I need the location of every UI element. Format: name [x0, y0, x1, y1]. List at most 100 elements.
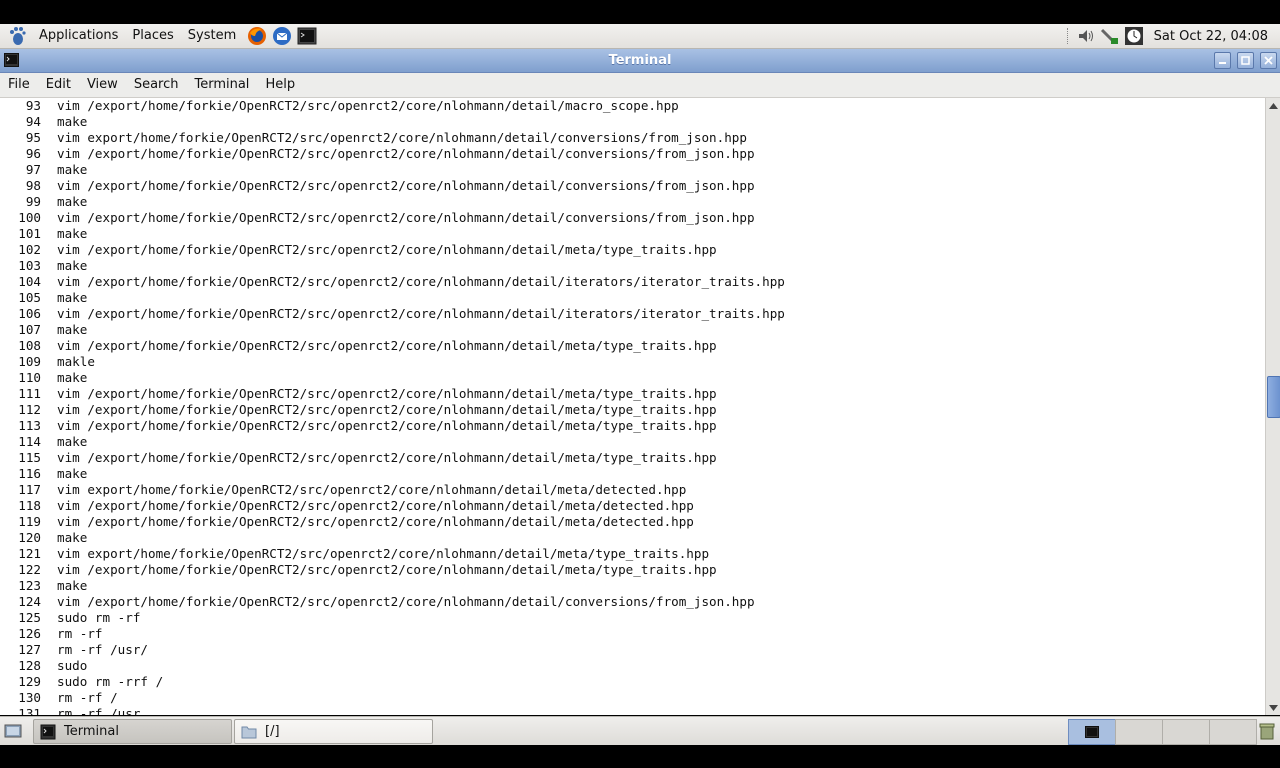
line-number: 121	[18, 546, 41, 561]
gnome-foot-icon[interactable]	[8, 26, 26, 46]
history-line: 109 makle	[0, 354, 1265, 370]
command-text: rm -rf /	[57, 690, 118, 705]
history-line: 105 make	[0, 290, 1265, 306]
line-number: 112	[18, 402, 41, 417]
close-button[interactable]	[1260, 52, 1277, 69]
arrow-up-icon	[1269, 102, 1278, 109]
history-line: 119 vim /export/home/forkie/OpenRCT2/src/…	[0, 514, 1265, 530]
command-text: vim /export/home/forkie/OpenRCT2/src/ope…	[57, 306, 785, 321]
command-text: vim export/home/forkie/OpenRCT2/src/open…	[57, 130, 747, 145]
command-text: vim /export/home/forkie/OpenRCT2/src/ope…	[57, 178, 755, 193]
command-text: make	[57, 258, 88, 273]
task-terminal[interactable]: Terminal	[33, 719, 232, 744]
command-text: vim /export/home/forkie/OpenRCT2/src/ope…	[57, 498, 694, 513]
clock-label[interactable]: Sat Oct 22, 04:08	[1146, 29, 1280, 44]
window-titlebar[interactable]: Terminal	[0, 49, 1280, 73]
command-text: make	[57, 290, 88, 305]
volume-icon[interactable]	[1076, 26, 1096, 46]
history-line: 126 rm -rf	[0, 626, 1265, 642]
terminal-icon	[40, 724, 56, 739]
command-text: vim /export/home/forkie/OpenRCT2/src/ope…	[57, 98, 679, 113]
history-line: 101 make	[0, 226, 1265, 242]
menu-file[interactable]: File	[0, 73, 38, 97]
history-line: 118 vim /export/home/forkie/OpenRCT2/src/…	[0, 498, 1265, 514]
bottom-panel: Terminal [/]	[0, 716, 1280, 745]
trash-icon[interactable]	[1257, 721, 1277, 741]
history-line: 104 vim /export/home/forkie/OpenRCT2/src/…	[0, 274, 1265, 290]
command-text: vim /export/home/forkie/OpenRCT2/src/ope…	[57, 450, 717, 465]
menu-edit[interactable]: Edit	[38, 73, 79, 97]
line-number: 96	[25, 146, 41, 161]
history-line: 116 make	[0, 466, 1265, 482]
close-icon	[1264, 56, 1273, 65]
line-number: 105	[18, 290, 41, 305]
system-menu[interactable]: System	[181, 24, 243, 48]
minimize-button[interactable]	[1214, 52, 1231, 69]
workspace-2[interactable]	[1115, 719, 1163, 745]
command-text: vim /export/home/forkie/OpenRCT2/src/ope…	[57, 274, 785, 289]
line-number: 109	[18, 354, 41, 369]
show-desktop-icon[interactable]	[4, 722, 22, 740]
line-number: 106	[18, 306, 41, 321]
terminal-output[interactable]: 93 vim /export/home/forkie/OpenRCT2/src/o…	[0, 98, 1265, 715]
history-line: 102 vim /export/home/forkie/OpenRCT2/src/…	[0, 242, 1265, 258]
history-line: 99 make	[0, 194, 1265, 210]
command-text: vim /export/home/forkie/OpenRCT2/src/ope…	[57, 338, 717, 353]
line-number: 95	[25, 130, 41, 145]
command-text: vim /export/home/forkie/OpenRCT2/src/ope…	[57, 402, 717, 417]
line-number: 119	[18, 514, 41, 529]
line-number: 103	[18, 258, 41, 273]
command-text: sudo rm -rrf /	[57, 674, 164, 689]
scroll-up-button[interactable]	[1266, 98, 1280, 113]
command-text: vim /export/home/forkie/OpenRCT2/src/ope…	[57, 210, 755, 225]
history-line: 106 vim /export/home/forkie/OpenRCT2/src/…	[0, 306, 1265, 322]
minimize-icon	[1219, 62, 1226, 64]
line-number: 116	[18, 466, 41, 481]
menu-view[interactable]: View	[79, 73, 126, 97]
history-list: 93 vim /export/home/forkie/OpenRCT2/src/o…	[0, 98, 1265, 715]
history-line: 100 vim /export/home/forkie/OpenRCT2/src/…	[0, 210, 1265, 226]
command-text: make	[57, 322, 88, 337]
line-number: 94	[25, 114, 41, 129]
thunderbird-icon[interactable]	[271, 25, 293, 47]
command-text: vim /export/home/forkie/OpenRCT2/src/ope…	[57, 418, 717, 433]
terminal-menubar: File Edit View Search Terminal Help	[0, 73, 1280, 98]
line-number: 107	[18, 322, 41, 337]
history-line: 128 sudo	[0, 658, 1265, 674]
vertical-scrollbar[interactable]	[1265, 98, 1280, 715]
task-folder[interactable]: [/]	[234, 719, 433, 744]
line-number: 127	[18, 642, 41, 657]
menu-search[interactable]: Search	[126, 73, 187, 97]
history-line: 124 vim /export/home/forkie/OpenRCT2/src/…	[0, 594, 1265, 610]
firefox-icon[interactable]	[246, 25, 268, 47]
terminal-launcher-icon[interactable]	[296, 25, 318, 47]
menu-help[interactable]: Help	[257, 73, 303, 97]
command-text: make	[57, 162, 88, 177]
workspace-3[interactable]	[1162, 719, 1210, 745]
maximize-button[interactable]	[1237, 52, 1254, 69]
menu-terminal[interactable]: Terminal	[186, 73, 257, 97]
scrollbar-thumb[interactable]	[1267, 376, 1280, 418]
arrow-down-icon	[1269, 704, 1278, 711]
clock-icon[interactable]	[1124, 26, 1144, 46]
history-line: 103 make	[0, 258, 1265, 274]
workspace-1[interactable]	[1068, 719, 1116, 745]
applications-menu[interactable]: Applications	[32, 24, 125, 48]
scroll-down-button[interactable]	[1266, 700, 1280, 715]
history-line: 94 make	[0, 114, 1265, 130]
places-menu[interactable]: Places	[125, 24, 180, 48]
workspace-4[interactable]	[1209, 719, 1257, 745]
line-number: 99	[25, 194, 41, 209]
line-number: 124	[18, 594, 41, 609]
line-number: 100	[18, 210, 41, 225]
history-line: 111 vim /export/home/forkie/OpenRCT2/src/…	[0, 386, 1265, 402]
history-line: 131 rm -rf /usr	[0, 706, 1265, 715]
line-number: 123	[18, 578, 41, 593]
workspace-window-icon	[1085, 726, 1099, 738]
history-line: 125 sudo rm -rf	[0, 610, 1265, 626]
history-line: 113 vim /export/home/forkie/OpenRCT2/src/…	[0, 418, 1265, 434]
network-icon[interactable]	[1100, 26, 1120, 46]
line-number: 129	[18, 674, 41, 689]
command-text: rm -rf /usr	[57, 706, 141, 715]
window-title: Terminal	[608, 53, 672, 68]
